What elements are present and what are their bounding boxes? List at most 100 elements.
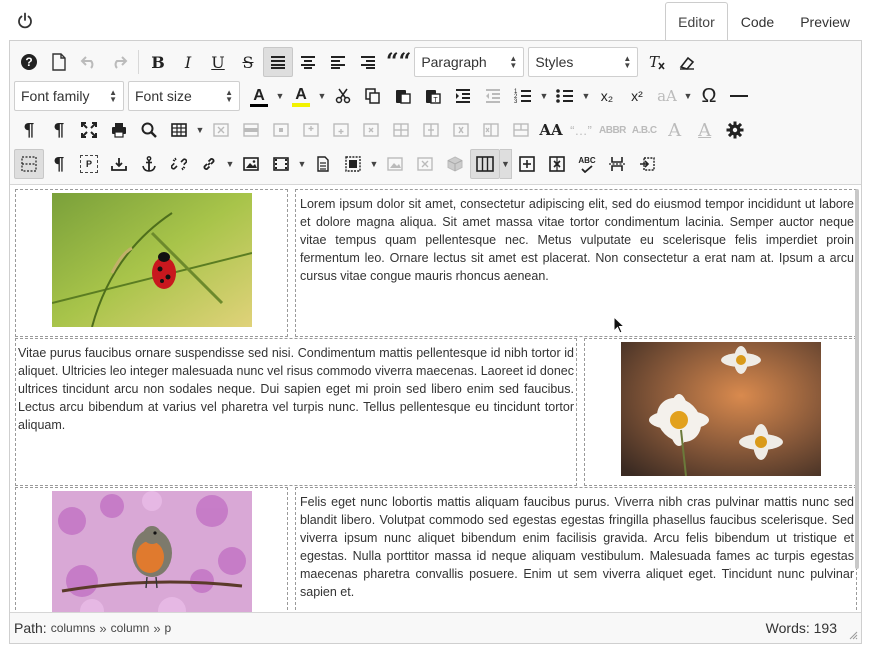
media-icon[interactable]: [266, 149, 296, 179]
font-family-select[interactable]: Font family ▲ ▼: [14, 81, 124, 111]
insert-block-after-icon[interactable]: [632, 149, 662, 179]
chevron-down-icon[interactable]: ▼: [682, 81, 694, 111]
rtl-pilcrow-button[interactable]: ¶: [44, 115, 74, 145]
page-break-icon[interactable]: [602, 149, 632, 179]
cube-icon[interactable]: [440, 149, 470, 179]
strikethrough-button[interactable]: S: [233, 47, 263, 77]
insert-column-after-icon[interactable]: [512, 149, 542, 179]
insert-row-before-icon[interactable]: [296, 115, 326, 145]
spellcheck-aa-button[interactable]: AA: [536, 115, 566, 145]
delete-row-icon[interactable]: [356, 115, 386, 145]
anchor-icon[interactable]: [134, 149, 164, 179]
insert-row-after-icon[interactable]: [326, 115, 356, 145]
chevron-down-icon[interactable]: ▼: [194, 115, 206, 145]
align-right-icon[interactable]: [353, 47, 383, 77]
insert-col-before-icon[interactable]: [386, 115, 416, 145]
paragraph-1[interactable]: Lorem ipsum dolor sit amet, consectetur …: [300, 195, 854, 285]
undo-icon[interactable]: [74, 47, 104, 77]
blockquote-button[interactable]: ““: [383, 47, 414, 77]
paragraph-block-button[interactable]: P: [74, 149, 104, 179]
visual-blocks-icon[interactable]: [14, 149, 44, 179]
styles-select[interactable]: Styles ▲ ▼: [528, 47, 639, 77]
abbreviation-button[interactable]: ABBR: [596, 115, 629, 145]
align-left-icon[interactable]: [323, 47, 353, 77]
chevron-down-icon[interactable]: ▼: [316, 81, 328, 111]
italic-button[interactable]: I: [173, 47, 203, 77]
delete-table-icon[interactable]: [206, 115, 236, 145]
chevron-down-icon[interactable]: ▼: [274, 81, 286, 111]
paste-text-icon[interactable]: T: [418, 81, 448, 111]
unlink-icon[interactable]: [164, 149, 194, 179]
align-center-icon[interactable]: [293, 47, 323, 77]
chevron-down-icon[interactable]: ▼: [296, 149, 308, 179]
split-cells-icon[interactable]: [476, 115, 506, 145]
paragraph-2[interactable]: Vitae purus faucibus ornare suspendisse …: [18, 344, 574, 434]
superscript-button[interactable]: x²: [622, 81, 652, 111]
fullscreen-icon[interactable]: [74, 115, 104, 145]
horizontal-rule-icon[interactable]: [724, 81, 754, 111]
image-disabled-icon[interactable]: [380, 149, 410, 179]
insert-col-after-icon[interactable]: [416, 115, 446, 145]
content-area[interactable]: Lorem ipsum dolor sit amet, consectetur …: [10, 186, 861, 612]
change-case-button[interactable]: aA: [652, 81, 682, 111]
justify-icon[interactable]: [263, 47, 293, 77]
tab-code[interactable]: Code: [728, 2, 787, 40]
link-icon[interactable]: [194, 149, 224, 179]
font-size-select[interactable]: Font size ▲ ▼: [128, 81, 240, 111]
font-a-button[interactable]: A: [660, 115, 690, 145]
column-cell-image-3[interactable]: [15, 487, 288, 612]
clear-formatting-icon[interactable]: T: [642, 47, 672, 77]
copy-icon[interactable]: [358, 81, 388, 111]
indent-icon[interactable]: [448, 81, 478, 111]
power-icon[interactable]: [14, 10, 36, 32]
resize-grip-icon[interactable]: [848, 630, 858, 640]
eraser-icon[interactable]: [672, 47, 702, 77]
spellcheck-button[interactable]: ABC: [572, 149, 602, 179]
acronym-button[interactable]: A.B.C: [629, 115, 660, 145]
column-cell-text-3[interactable]: Felis eget nunc lobortis mattis aliquam …: [295, 487, 857, 612]
font-a-underline-button[interactable]: A: [690, 115, 720, 145]
search-icon[interactable]: [134, 115, 164, 145]
tab-preview[interactable]: Preview: [787, 2, 863, 40]
columns-icon[interactable]: [470, 149, 500, 179]
table-row-props-icon[interactable]: [236, 115, 266, 145]
underline-button[interactable]: U: [203, 47, 233, 77]
chevron-down-icon[interactable]: ▼: [368, 149, 380, 179]
column-cell-text-2[interactable]: Vitae purus faucibus ornare suspendisse …: [15, 338, 577, 486]
chevron-down-icon[interactable]: ▼: [500, 149, 512, 179]
insert-below-icon[interactable]: [104, 149, 134, 179]
show-invisibles-button[interactable]: ¶: [44, 149, 74, 179]
print-icon[interactable]: [104, 115, 134, 145]
background-color-button[interactable]: A: [286, 81, 316, 111]
image-icon[interactable]: [236, 149, 266, 179]
bold-button[interactable]: B: [143, 47, 173, 77]
ltr-pilcrow-button[interactable]: ¶: [14, 115, 44, 145]
column-cell-image-2[interactable]: [584, 338, 857, 486]
chevron-down-icon[interactable]: ▼: [224, 149, 236, 179]
numbered-list-icon[interactable]: 123: [508, 81, 538, 111]
chevron-down-icon[interactable]: ▼: [538, 81, 550, 111]
path-item-columns[interactable]: columns: [51, 621, 96, 635]
gear-icon[interactable]: [720, 115, 750, 145]
scrollbar[interactable]: [855, 189, 859, 569]
bullet-list-icon[interactable]: [550, 81, 580, 111]
path-item-p[interactable]: p: [165, 621, 172, 635]
cut-icon[interactable]: [328, 81, 358, 111]
column-cell-text-1[interactable]: Lorem ipsum dolor sit amet, consectetur …: [295, 189, 857, 337]
new-document-icon[interactable]: [44, 47, 74, 77]
block-format-select[interactable]: Paragraph ▲ ▼: [414, 47, 525, 77]
table-cell-props-icon[interactable]: [266, 115, 296, 145]
delete-col-icon[interactable]: [446, 115, 476, 145]
template-icon[interactable]: [308, 149, 338, 179]
column-cell-image-1[interactable]: [15, 189, 288, 337]
chevron-down-icon[interactable]: ▼: [580, 81, 592, 111]
table-icon[interactable]: [164, 115, 194, 145]
layout-block-icon[interactable]: [338, 149, 368, 179]
delete-column-icon[interactable]: [542, 149, 572, 179]
outdent-icon[interactable]: [478, 81, 508, 111]
subscript-button[interactable]: x₂: [592, 81, 622, 111]
merge-cells-icon[interactable]: [506, 115, 536, 145]
redo-icon[interactable]: [104, 47, 134, 77]
paste-icon[interactable]: [388, 81, 418, 111]
tab-editor[interactable]: Editor: [665, 2, 728, 40]
